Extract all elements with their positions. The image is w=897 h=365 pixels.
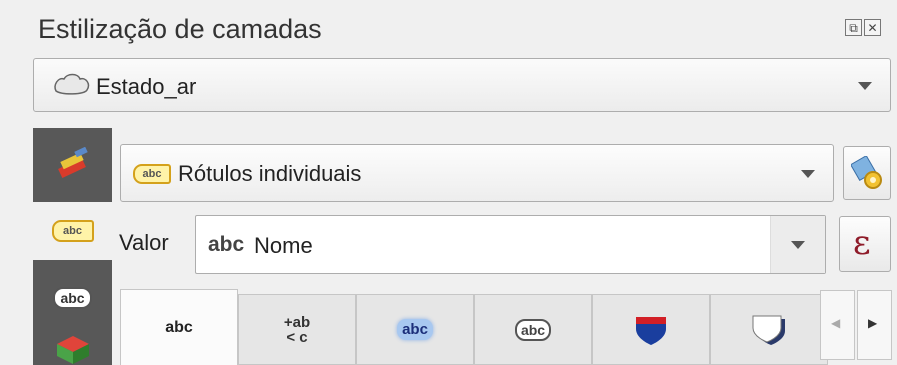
shadow-icon [752, 315, 785, 345]
chevron-down-icon [791, 241, 805, 249]
float-icon: ⧉ [849, 20, 858, 35]
labels-icon: abc [51, 220, 94, 242]
close-button[interactable]: ✕ [864, 19, 881, 36]
value-field-select[interactable]: abc Nome [195, 215, 826, 274]
labels-renderer-icon: abc [133, 164, 171, 184]
expression-icon: ε [853, 223, 871, 263]
value-field-name: Nome [254, 233, 313, 258]
tabs-scroll-left-button[interactable]: ◀ [820, 290, 855, 360]
field-dropdown-button[interactable] [770, 216, 825, 273]
labels-icon-text: abc [63, 225, 82, 237]
scroll-left-icon: ◀ [831, 316, 841, 330]
layer-select[interactable]: Estado_ar [33, 58, 891, 112]
formatting-icon-line1: +ab [283, 313, 311, 331]
text-icon: abc [165, 318, 193, 336]
tab-shadow[interactable] [710, 294, 828, 365]
settings-gear-icon [851, 156, 882, 189]
renderer-label: Rótulos individuais [178, 161, 362, 186]
masks-icon-text: abc [60, 290, 85, 306]
3d-view-icon [56, 336, 89, 364]
masks-icon: abc [53, 287, 92, 309]
formatting-icon-line2: < c [286, 328, 308, 346]
tab-formatting[interactable]: +ab < c [238, 294, 356, 365]
sidebar-item-symbology[interactable] [33, 128, 112, 198]
close-icon: ✕ [867, 20, 878, 35]
sidebar-item-3d[interactable] [33, 333, 112, 365]
mask-icon: abc [514, 318, 552, 341]
tab-mask[interactable]: abc [474, 294, 592, 365]
expression-button[interactable]: ε [839, 216, 891, 272]
string-type-icon: abc [208, 233, 245, 256]
background-shield-icon [636, 316, 666, 345]
chevron-down-icon [801, 170, 815, 178]
polygon-layer-icon [54, 73, 90, 95]
tab-background[interactable] [592, 294, 710, 365]
sidebar-item-masks[interactable]: abc [33, 278, 112, 318]
value-label: Valor [119, 230, 169, 255]
tabs-scroll-right-button[interactable]: ▶ [857, 290, 892, 360]
scroll-right-icon: ▶ [868, 316, 878, 330]
symbology-brush-icon [57, 147, 88, 179]
layer-name: Estado_ar [96, 74, 197, 99]
renderer-select[interactable]: abc Rótulos individuais [120, 144, 834, 202]
panel-title: Estilização de camadas [38, 14, 322, 44]
label-settings-tabs: abc +ab < c abc abc [120, 289, 828, 365]
tab-text[interactable]: abc [120, 289, 238, 365]
renderer-settings-button[interactable] [843, 146, 891, 200]
formatting-icon: +ab < c [284, 315, 310, 345]
labels-renderer-icon-text: abc [142, 168, 162, 180]
style-sidebar: abc abc [33, 128, 112, 365]
tab-buffer[interactable]: abc [356, 294, 474, 365]
buffer-icon: abc [397, 319, 433, 340]
chevron-down-icon [858, 82, 872, 90]
float-button[interactable]: ⧉ [845, 19, 862, 36]
sidebar-item-labels[interactable]: abc [33, 202, 112, 260]
